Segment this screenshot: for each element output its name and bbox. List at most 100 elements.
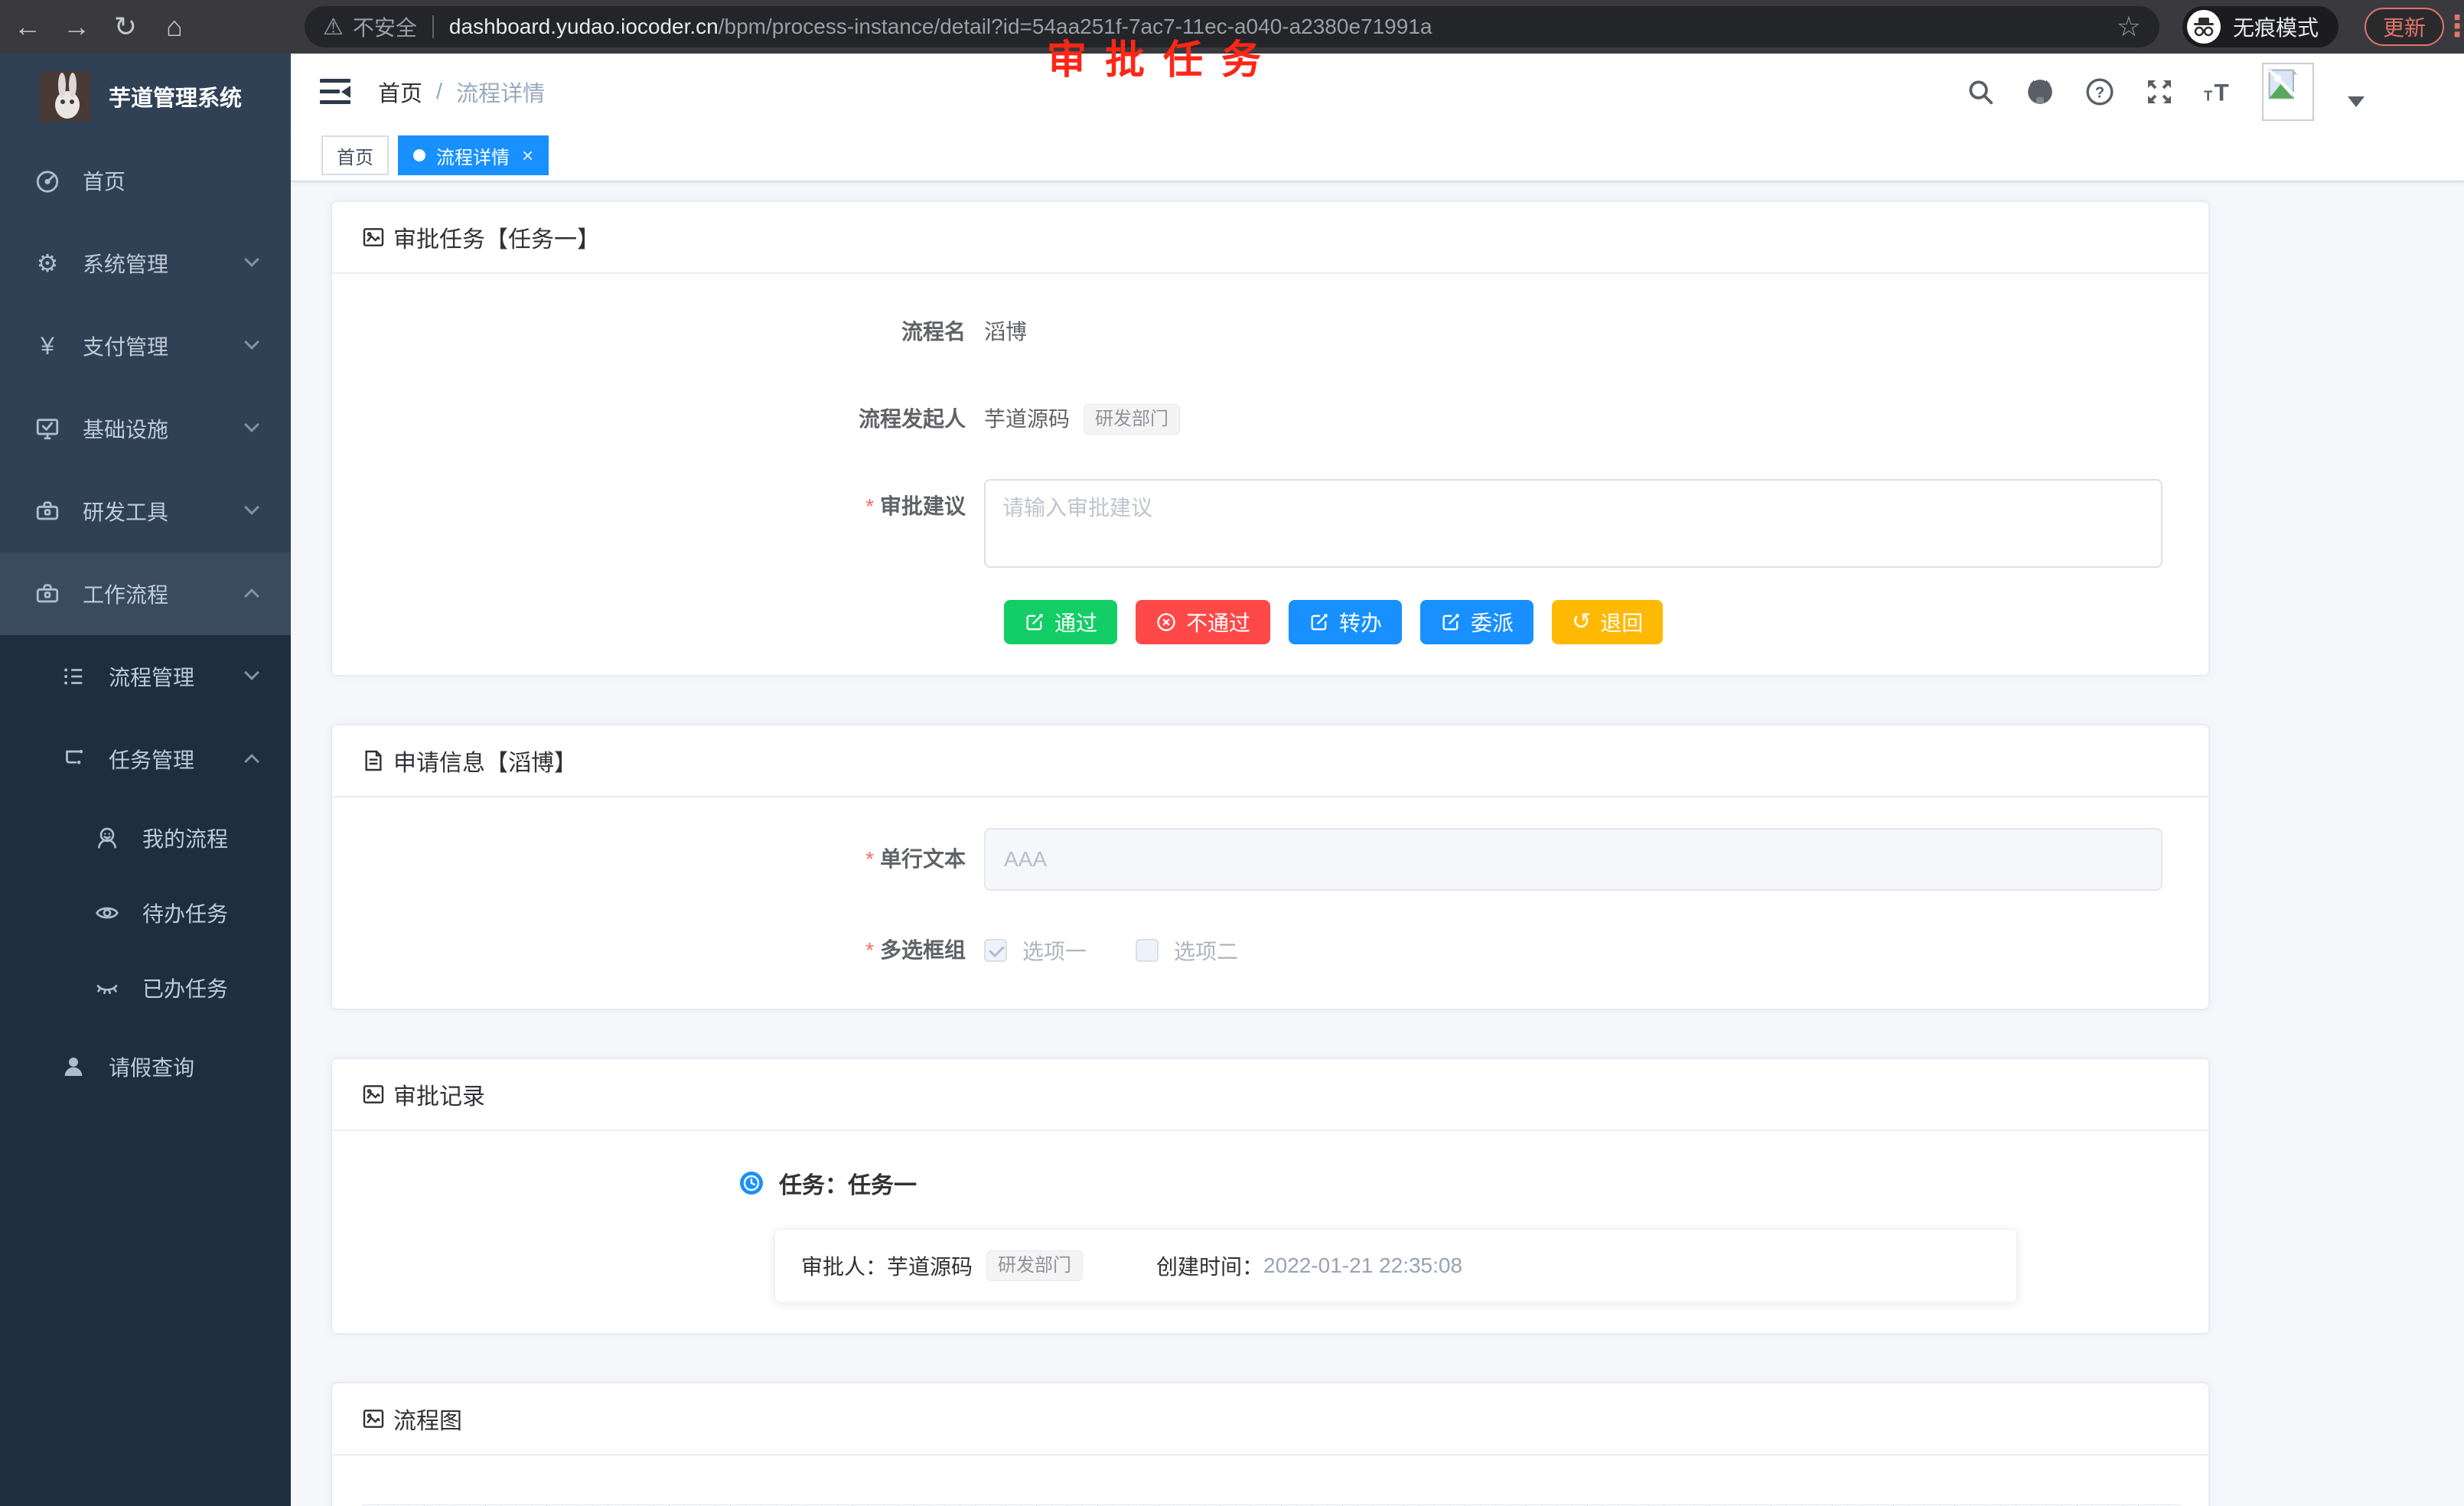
sidebar-item-done-tasks[interactable]: 已办任务 (0, 950, 291, 1025)
workflow-submenu: 流程管理 任务管理 我的流程 (0, 635, 291, 1506)
browser-back-icon[interactable]: ← (6, 5, 49, 48)
card-title: 流程图 (393, 1402, 462, 1436)
user-avatar-broken-image[interactable] (2262, 63, 2314, 121)
tag-label: 流程详情 (436, 142, 510, 169)
chevron-down-icon (244, 252, 259, 267)
active-tag-dot (413, 149, 425, 161)
tag-close-icon[interactable]: × (522, 145, 533, 165)
form-row-text: *单行文本 (363, 828, 2178, 891)
checkbox-group: 选项一 选项二 (984, 923, 1272, 978)
svg-text:T: T (2204, 88, 2212, 104)
sidebar-item-process-mgmt[interactable]: 流程管理 (0, 635, 291, 718)
browser-update-button[interactable]: 更新 (2365, 8, 2444, 46)
not-secure-label[interactable]: 不安全 (353, 11, 417, 42)
sidebar-item-devtools[interactable]: 研发工具 (0, 470, 291, 553)
picture-icon (361, 225, 386, 249)
browser-menu-icon[interactable]: ⋮ (2443, 5, 2464, 49)
return-button[interactable]: ↺ 退回 (1552, 600, 1663, 644)
main-area: 首页 / 流程详情 ? (291, 54, 2464, 1506)
sidebar-collapse-icon[interactable] (320, 79, 350, 105)
required-asterisk: * (865, 938, 874, 962)
required-asterisk: * (865, 847, 874, 871)
document-icon (361, 748, 386, 773)
picture-icon (361, 1082, 386, 1107)
app-logo-row[interactable]: 芋道管理系统 (0, 54, 291, 139)
breadcrumb: 首页 / 流程详情 (378, 76, 545, 108)
annotation-overlay: 审批任务 (1047, 28, 1279, 85)
initiator-name: 芋道源码 (984, 392, 1070, 447)
sidebar-item-my-process[interactable]: 我的流程 (0, 800, 291, 875)
sidebar-item-label: 流程管理 (109, 661, 194, 692)
circle-x-icon (1155, 611, 1177, 633)
reject-button[interactable]: 不通过 (1136, 600, 1270, 644)
card-header: 审批记录 (332, 1059, 2208, 1131)
briefcase-icon (31, 581, 64, 607)
bookmark-star-icon[interactable]: ☆ (2117, 11, 2141, 43)
incognito-badge: 无痕模式 (2182, 6, 2339, 47)
transfer-button[interactable]: 转办 (1289, 600, 1402, 644)
field-label: 流程名 (363, 305, 984, 360)
card-body (332, 1455, 2208, 1506)
suggestion-textarea[interactable] (984, 479, 2163, 568)
card-body: *单行文本 *多选框组 选项一 选项二 (332, 797, 2208, 1009)
chevron-down-icon (244, 665, 259, 680)
font-size-icon[interactable]: T T (2202, 75, 2236, 109)
gear-icon: ⚙ (31, 249, 64, 278)
sidebar-item-payment[interactable]: ¥ 支付管理 (0, 305, 291, 387)
incognito-label: 无痕模式 (2233, 11, 2319, 42)
sidebar-item-system[interactable]: ⚙ 系统管理 (0, 222, 291, 305)
process-name-value: 滔博 (984, 305, 1027, 360)
approver-name: 芋道源码 (887, 1250, 973, 1281)
url-divider (432, 15, 434, 38)
edit-icon (1024, 611, 1045, 633)
form-row-process-name: 流程名 滔博 (363, 305, 2178, 360)
person-smile-icon (90, 826, 124, 850)
sidebar-item-home[interactable]: 首页 (0, 139, 291, 222)
monitor-check-icon (31, 416, 64, 442)
tag-label: 首页 (337, 142, 373, 169)
tag-home[interactable]: 首页 (321, 135, 389, 175)
card-header: 审批任务【任务一】 (332, 202, 2208, 274)
delegate-button[interactable]: 委派 (1420, 600, 1533, 644)
sidebar-item-workflow[interactable]: 工作流程 (0, 553, 291, 635)
card-title: 审批任务【任务一】 (393, 220, 600, 254)
card-body: 流程名 滔博 流程发起人 芋道源码 研发部门 *审批建议 (332, 274, 2208, 675)
tag-process-detail[interactable]: 流程详情 × (398, 135, 549, 175)
browser-home-icon[interactable]: ⌂ (153, 5, 196, 48)
fullscreen-icon[interactable] (2143, 75, 2176, 109)
sidebar-item-task-mgmt[interactable]: 任务管理 (0, 718, 291, 800)
help-icon[interactable]: ? (2083, 75, 2117, 109)
sidebar-item-todo-tasks[interactable]: 待办任务 (0, 875, 291, 950)
browser-reload-icon[interactable]: ↻ (104, 5, 147, 48)
timeline-node: 任务：任务一 (739, 1166, 2178, 1200)
field-label: *多选框组 (363, 923, 984, 978)
flow-tree-icon (57, 746, 90, 772)
sidebar-item-label: 支付管理 (83, 331, 168, 361)
approver-label: 审批人： (801, 1250, 887, 1281)
dashboard-icon (31, 168, 64, 194)
approve-button[interactable]: 通过 (1004, 600, 1117, 644)
card-header: 流程图 (332, 1384, 2208, 1455)
url-domain: dashboard.yudao.iocoder.cn (449, 15, 719, 38)
card-title: 审批记录 (393, 1077, 485, 1111)
chevron-down-icon (244, 417, 259, 432)
checkbox-unchecked (1136, 939, 1159, 962)
sidebar-item-label: 已办任务 (142, 973, 228, 1003)
github-icon[interactable] (2023, 75, 2057, 109)
avatar-caret-down-icon[interactable] (2348, 96, 2365, 107)
browser-forward-icon[interactable]: → (55, 5, 98, 48)
sidebar-item-leave-query[interactable]: 请假查询 (0, 1025, 291, 1108)
checkbox-checked (984, 939, 1007, 962)
sidebar-item-infra[interactable]: 基础设施 (0, 387, 291, 470)
card-header: 申请信息【滔博】 (332, 725, 2208, 797)
breadcrumb-home[interactable]: 首页 (378, 76, 422, 108)
eye-closed-icon (90, 976, 124, 1000)
field-label: 流程发起人 (363, 392, 984, 447)
field-label: *单行文本 (363, 828, 984, 891)
sidebar-item-label: 任务管理 (109, 744, 194, 774)
chevron-down-icon (244, 334, 259, 350)
search-icon[interactable] (1964, 75, 1997, 109)
eye-open-icon (90, 901, 124, 925)
app-logo (40, 71, 90, 122)
form-row-suggestion: *审批建议 (363, 479, 2178, 568)
